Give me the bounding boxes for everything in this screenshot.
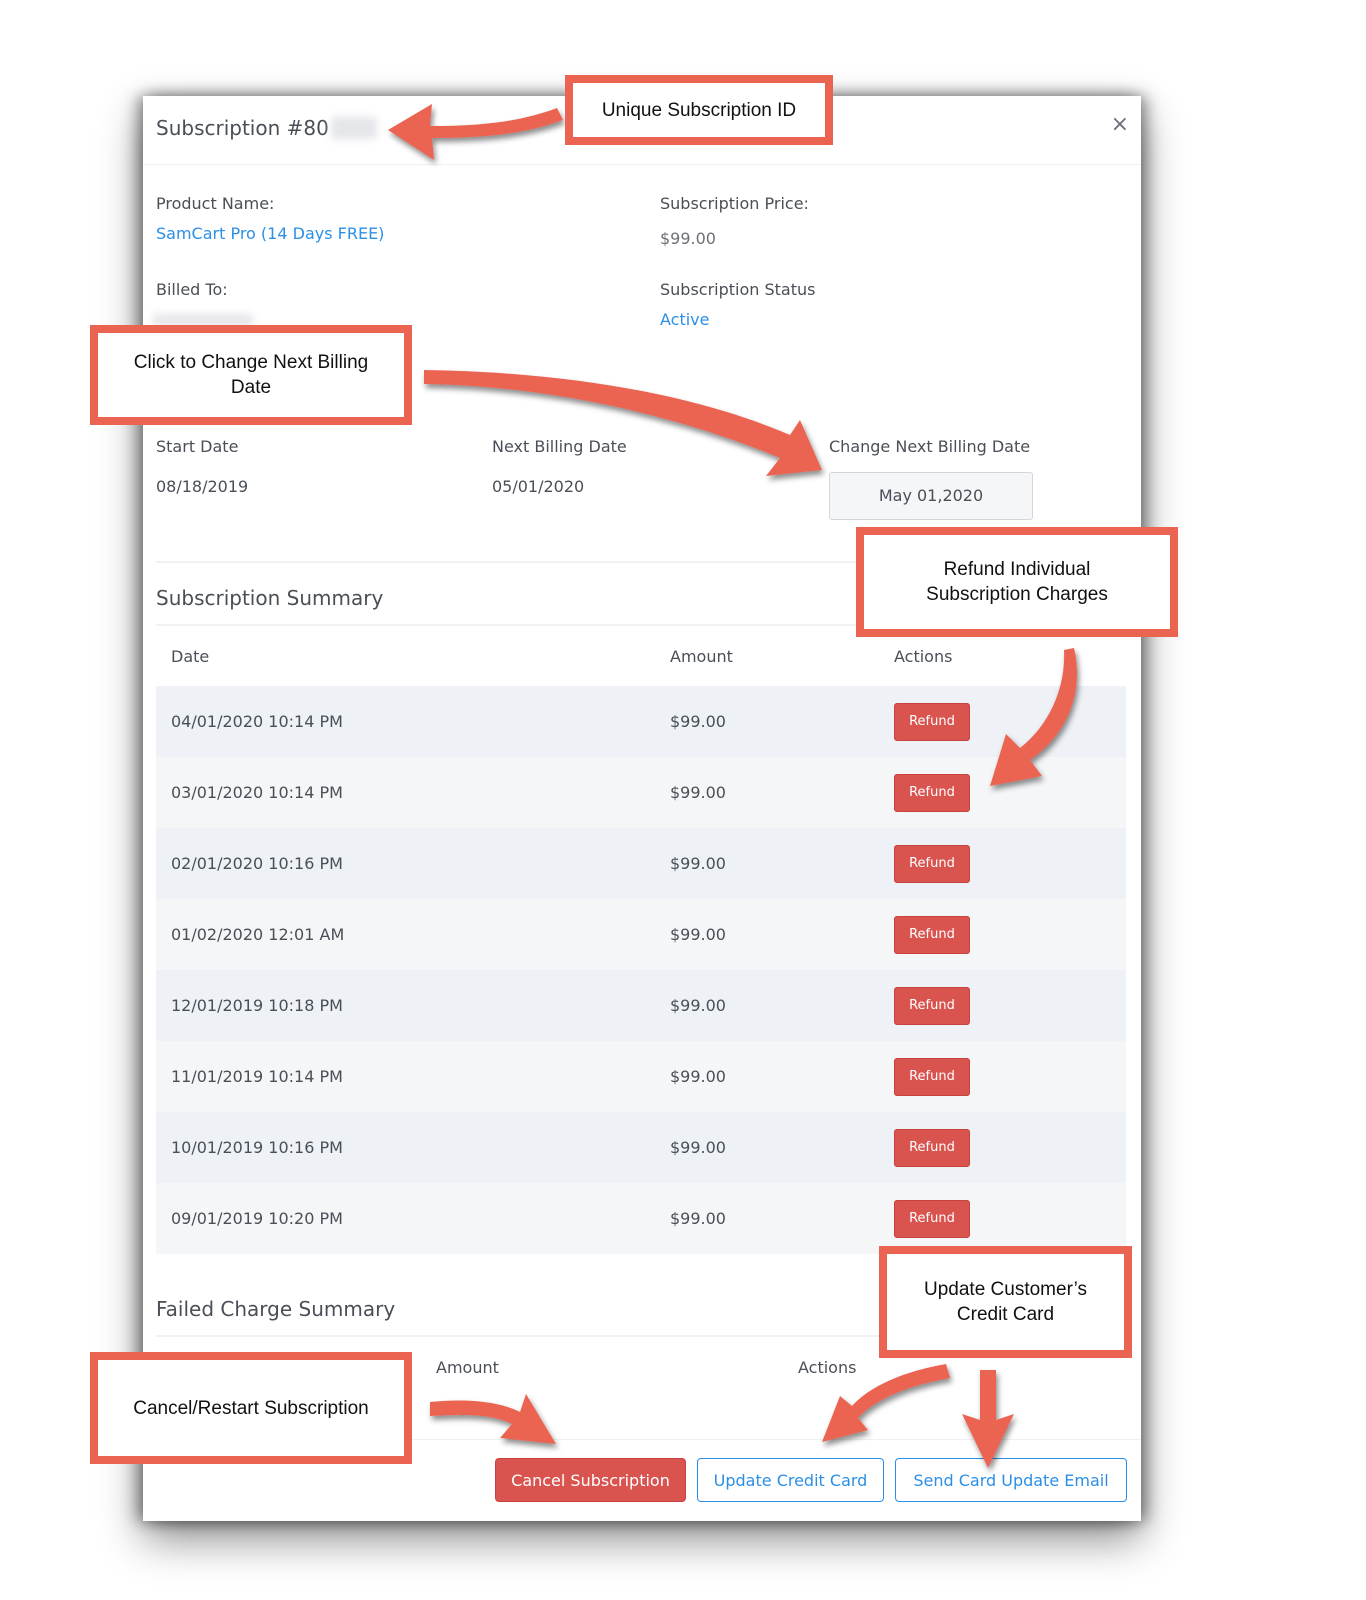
row-date: 10/01/2019 10:16 PM — [171, 1138, 343, 1157]
row-date: 03/01/2020 10:14 PM — [171, 783, 343, 802]
row-date: 01/02/2020 12:01 AM — [171, 925, 345, 944]
refund-button[interactable]: Refund — [894, 916, 970, 954]
cancel-subscription-button[interactable]: Cancel Subscription — [495, 1458, 686, 1502]
annotation-unique-subscription-id: Unique Subscription ID — [565, 75, 833, 145]
row-date: 09/01/2019 10:20 PM — [171, 1209, 343, 1228]
failed-column-header-actions: Actions — [798, 1358, 857, 1377]
product-name-link[interactable]: SamCart Pro (14 Days FREE) — [156, 224, 384, 243]
row-amount: $99.00 — [670, 854, 726, 873]
update-credit-card-button[interactable]: Update Credit Card — [697, 1458, 884, 1502]
row-amount: $99.00 — [670, 925, 726, 944]
column-header-amount: Amount — [670, 647, 733, 666]
close-icon[interactable]: × — [1111, 114, 1129, 136]
column-header-date: Date — [171, 647, 210, 666]
modal-title-text: Subscription #80 — [156, 116, 329, 140]
failed-column-header-amount: Amount — [436, 1358, 499, 1377]
annotation-change-billing-date: Click to Change Next Billing Date — [90, 325, 412, 425]
refund-button[interactable]: Refund — [894, 1058, 970, 1096]
annotation-cancel-restart: Cancel/Restart Subscription — [90, 1352, 412, 1464]
row-date: 02/01/2020 10:16 PM — [171, 854, 343, 873]
refund-button[interactable]: Refund — [894, 774, 970, 812]
row-amount: $99.00 — [670, 1209, 726, 1228]
refund-button[interactable]: Refund — [894, 987, 970, 1025]
send-card-update-email-button[interactable]: Send Card Update Email — [895, 1458, 1127, 1502]
annotation-text: Credit Card — [956, 1304, 1055, 1325]
annotation-text: Cancel/Restart Subscription — [133, 1397, 369, 1419]
table-row: 03/01/2020 10:14 PM $99.00 Refund — [156, 757, 1126, 828]
subscription-status-label: Subscription Status — [660, 280, 816, 299]
refund-button[interactable]: Refund — [894, 1129, 970, 1167]
change-next-billing-date-label: Change Next Billing Date — [829, 437, 1031, 456]
start-date-label: Start Date — [156, 437, 239, 456]
next-billing-date-label: Next Billing Date — [492, 437, 627, 456]
annotation-update-credit-card: Update Customer’s Credit Card — [879, 1246, 1132, 1358]
row-amount: $99.00 — [670, 783, 726, 802]
table-row: 02/01/2020 10:16 PM $99.00 Refund — [156, 828, 1126, 899]
row-date: 12/01/2019 10:18 PM — [171, 996, 343, 1015]
table-row: 09/01/2019 10:20 PM $99.00 Refund — [156, 1183, 1126, 1254]
row-amount: $99.00 — [670, 1138, 726, 1157]
subscription-price-value: $99.00 — [660, 229, 716, 248]
annotation-text: Date — [230, 377, 272, 398]
row-date: 04/01/2020 10:14 PM — [171, 712, 343, 731]
table-row: 04/01/2020 10:14 PM $99.00 Refund — [156, 686, 1126, 757]
column-header-actions: Actions — [894, 647, 953, 666]
annotation-text: Unique Subscription ID — [601, 99, 797, 121]
next-billing-date-value: 05/01/2020 — [492, 477, 585, 496]
subscription-price-label: Subscription Price: — [660, 194, 809, 213]
product-name-label: Product Name: — [156, 194, 275, 213]
refund-button[interactable]: Refund — [894, 703, 970, 741]
subscription-status-value: Active — [660, 310, 710, 329]
refund-button[interactable]: Refund — [894, 845, 970, 883]
table-row: 01/02/2020 12:01 AM $99.00 Refund — [156, 899, 1126, 970]
failed-charge-summary-title: Failed Charge Summary — [156, 1297, 396, 1321]
annotation-text: Subscription Charges — [926, 584, 1108, 605]
billed-to-label: Billed To: — [156, 280, 228, 299]
subscription-summary-table: 04/01/2020 10:14 PM $99.00 Refund 03/01/202… — [156, 686, 1126, 1254]
annotation-refund-charges: Refund Individual Subscription Charges — [856, 527, 1178, 637]
annotation-text: Refund Individual — [943, 559, 1091, 580]
modal-title: Subscription #80 — [156, 116, 377, 140]
annotation-text: Click to Change Next Billing — [133, 352, 369, 373]
table-row: 11/01/2019 10:14 PM $99.00 Refund — [156, 1041, 1126, 1112]
annotation-text: Update Customer’s — [924, 1279, 1087, 1300]
row-amount: $99.00 — [670, 996, 726, 1015]
row-amount: $99.00 — [670, 712, 726, 731]
row-date: 11/01/2019 10:14 PM — [171, 1067, 343, 1086]
table-row: 10/01/2019 10:16 PM $99.00 Refund — [156, 1112, 1126, 1183]
redacted-subscription-id — [330, 117, 377, 139]
change-next-billing-date-input[interactable]: May 01,2020 — [829, 472, 1033, 520]
table-row: 12/01/2019 10:18 PM $99.00 Refund — [156, 970, 1126, 1041]
subscription-summary-title: Subscription Summary — [156, 586, 384, 610]
row-amount: $99.00 — [670, 1067, 726, 1086]
refund-button[interactable]: Refund — [894, 1200, 970, 1238]
start-date-value: 08/18/2019 — [156, 477, 249, 496]
